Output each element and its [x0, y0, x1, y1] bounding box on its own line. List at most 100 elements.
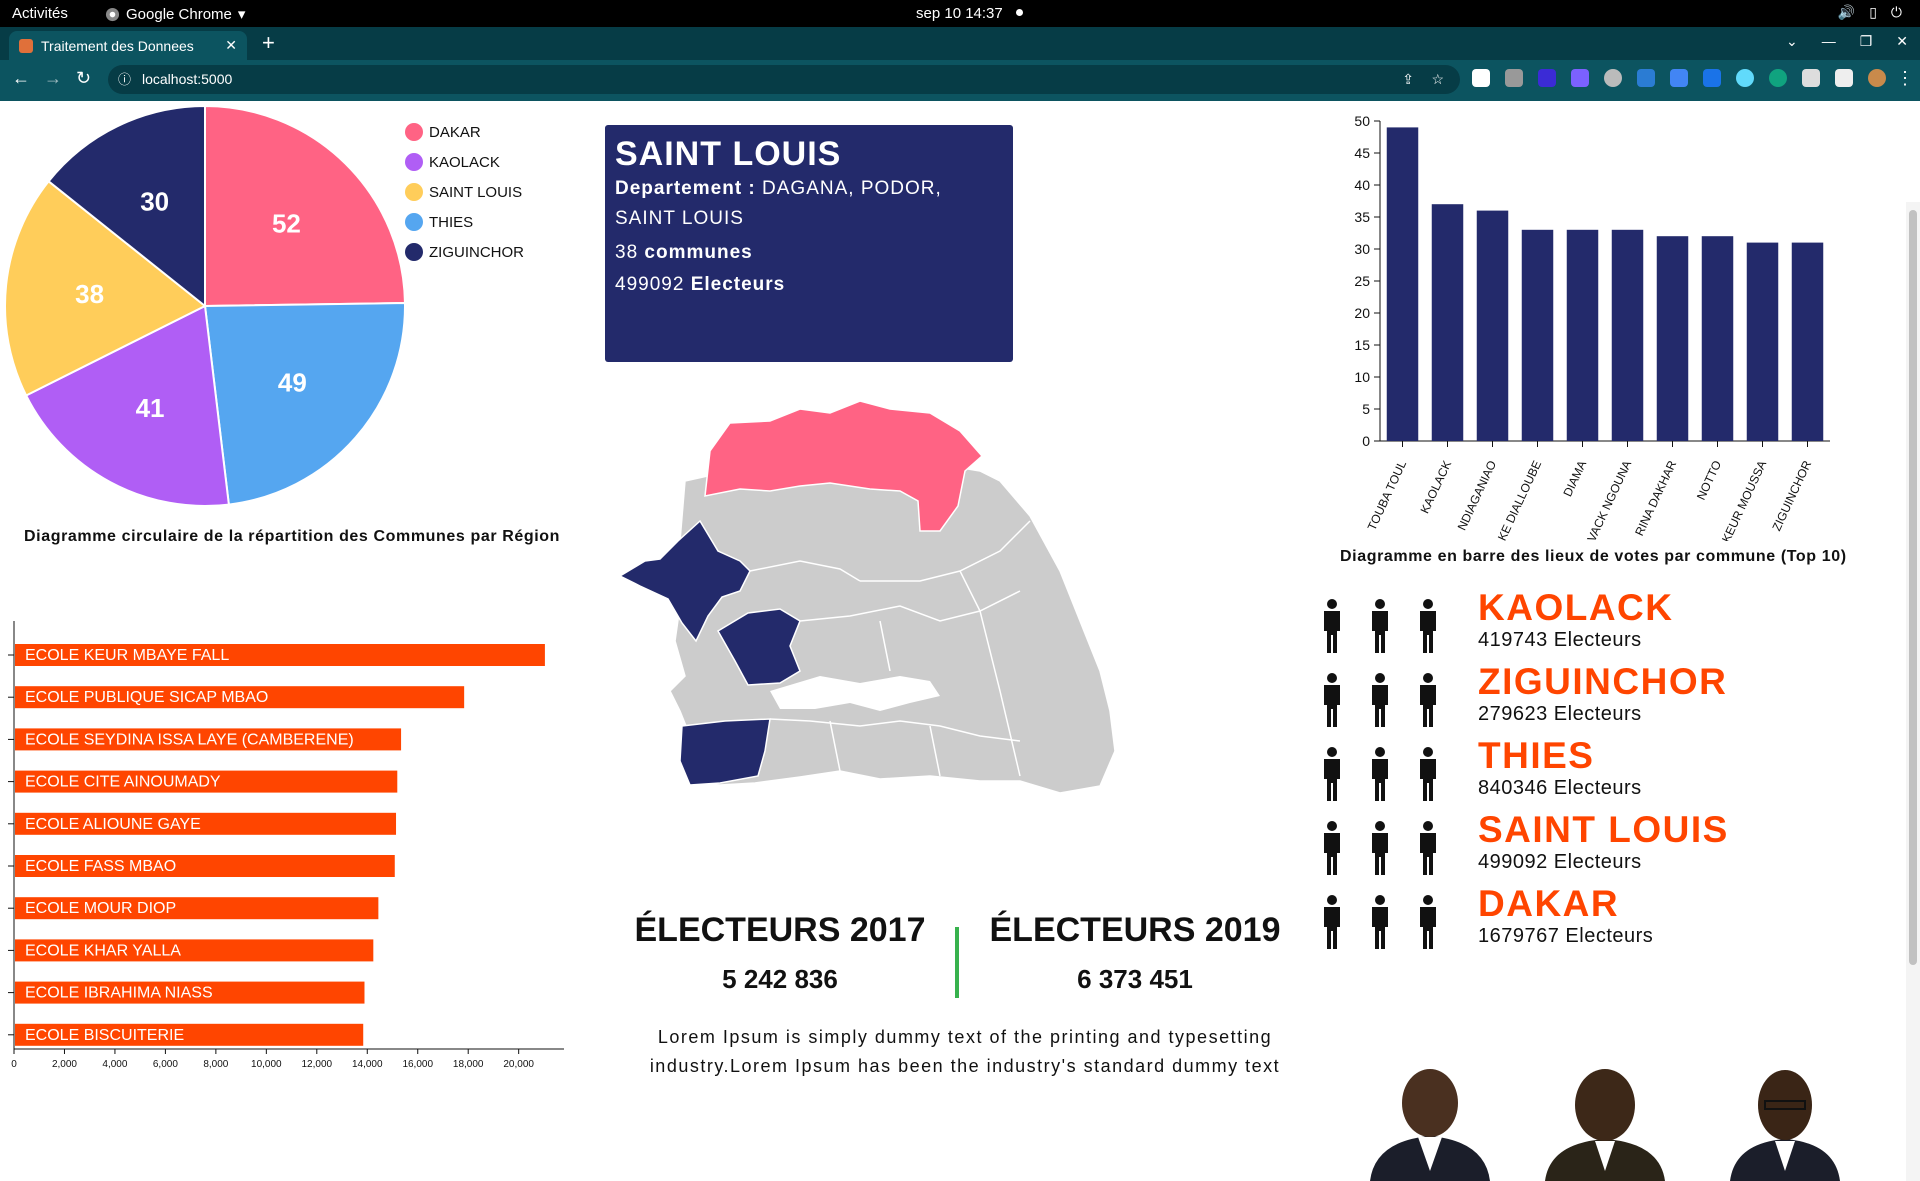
hbar-label: ECOLE SEYDINA ISSA LAYE (CAMBERENE)	[25, 731, 354, 748]
side-panel-icon[interactable]	[1835, 69, 1853, 87]
y-tick-label: 50	[1354, 113, 1370, 129]
vbar[interactable]	[1656, 236, 1689, 441]
person-icon	[1368, 747, 1392, 808]
browser-toolbar: ← → ↻ ⓘ localhost:5000 ⇪ ☆ ⋮	[0, 60, 1920, 99]
legend-item[interactable]: SAINT LOUIS	[405, 183, 522, 201]
person-icon	[1320, 821, 1344, 882]
back-icon[interactable]: ←	[12, 68, 30, 89]
person-icon	[1416, 895, 1440, 956]
vbar[interactable]	[1746, 242, 1779, 441]
system-tray[interactable]: 🔊 ▯ ⏻	[1838, 4, 1902, 21]
puzzle-icon[interactable]	[1802, 69, 1820, 87]
senegal-map	[618, 400, 1116, 794]
vbar[interactable]	[1431, 204, 1464, 441]
person-icon	[1416, 821, 1440, 882]
wordpress-icon[interactable]	[1604, 69, 1622, 87]
close-window-icon[interactable]: ✕	[1896, 33, 1908, 50]
share-icon[interactable]: ⇪	[1402, 65, 1414, 94]
react-icon[interactable]	[1736, 69, 1754, 87]
card-dept-label: Departement :	[615, 178, 756, 199]
page-scrollbar[interactable]	[1906, 202, 1920, 1181]
portrait-2	[1545, 1069, 1665, 1181]
pie-slice-label: 52	[272, 208, 301, 238]
person-icon	[1416, 599, 1440, 660]
portrait-1	[1370, 1069, 1490, 1181]
persons-group	[1320, 747, 1440, 808]
vbar[interactable]	[1386, 127, 1419, 442]
y-tick-label: 10	[1354, 369, 1370, 385]
card-region: SAINT LOUIS	[615, 135, 842, 173]
legend-swatch	[405, 213, 423, 231]
person-icon	[1416, 673, 1440, 734]
person-icon	[1320, 673, 1344, 734]
forward-icon[interactable]: →	[44, 68, 62, 89]
legend-label: THIES	[429, 213, 474, 231]
restore-icon[interactable]: ❐	[1860, 33, 1873, 50]
persons-group	[1320, 599, 1440, 660]
y-tick-label: 35	[1354, 209, 1370, 225]
vbar-category-label: ZIGUINCHOR	[1769, 458, 1814, 533]
region-count: 840346 Electeurs	[1478, 777, 1642, 799]
legend-item[interactable]: THIES	[405, 213, 473, 231]
legend-label: ZIGUINCHOR	[429, 243, 524, 261]
clock[interactable]: sep 10 14:37	[916, 5, 1003, 22]
browser-tab[interactable]: Traitement des Donnees ✕	[9, 31, 247, 60]
x-tick-label: 18,000	[453, 1059, 484, 1070]
vbar[interactable]	[1791, 242, 1824, 441]
activities-button[interactable]: Activités	[12, 5, 68, 22]
card-dept-line1: DAGANA, PODOR,	[762, 178, 942, 199]
hbar-label: ECOLE IBRAHIMA NIASS	[25, 985, 213, 1002]
power-icon: ⏻	[1890, 4, 1902, 20]
region-info-card: SAINT LOUIS Departement : DAGANA, PODOR,…	[605, 125, 1013, 362]
extension-icon[interactable]	[1505, 69, 1523, 87]
docs-icon[interactable]	[1670, 69, 1688, 87]
vbar[interactable]	[1566, 229, 1599, 441]
window-controls: ⌄ — ❐ ✕	[1786, 33, 1908, 50]
kebab-menu-icon[interactable]: ⋮	[1896, 68, 1914, 89]
electeurs-2017: ÉLECTEURS 2017 5 242 836	[615, 911, 945, 995]
avatar[interactable]	[1868, 69, 1886, 87]
tab-search-icon[interactable]: ⌄	[1786, 33, 1798, 50]
y-tick-label: 25	[1354, 273, 1370, 289]
vbar[interactable]	[1611, 229, 1644, 441]
region-count: 499092 Electeurs	[1478, 851, 1642, 873]
persons-group	[1320, 895, 1440, 956]
legend-label: DAKAR	[429, 123, 481, 141]
tab-strip: Traitement des Donnees ✕ + ⌄ — ❐ ✕	[0, 27, 1920, 60]
legend-item[interactable]: KAOLACK	[405, 153, 500, 171]
bookmark-star-icon[interactable]: ☆	[1431, 65, 1444, 94]
legend-item[interactable]: DAKAR	[405, 123, 481, 141]
pie-slice[interactable]	[203, 301, 406, 506]
x-tick-label: 10,000	[251, 1059, 282, 1070]
extension-icon[interactable]	[1637, 69, 1655, 87]
minimize-icon[interactable]: —	[1822, 33, 1836, 50]
vbar-caption: Diagramme en barre des lieux de votes pa…	[1340, 548, 1847, 565]
vbar-category-label: VACK NGOUNA	[1584, 458, 1634, 541]
extension-icon[interactable]	[1538, 69, 1556, 87]
legend-item[interactable]: ZIGUINCHOR	[405, 243, 524, 261]
extension-icon[interactable]	[1769, 69, 1787, 87]
vbar[interactable]	[1476, 210, 1509, 441]
new-tab-icon[interactable]: +	[262, 30, 275, 56]
electeurs-2019-label: ÉLECTEURS 2019	[989, 911, 1281, 949]
address-bar[interactable]: ⓘ localhost:5000 ⇪ ☆	[108, 65, 1460, 94]
scrollbar-thumb[interactable]	[1909, 210, 1917, 965]
vbar[interactable]	[1701, 236, 1734, 441]
vbar-category-label: KEUR MOUSSA	[1719, 458, 1769, 541]
map-region-ziguinchor[interactable]	[679, 718, 771, 786]
site-info-icon[interactable]: ⓘ	[118, 65, 131, 94]
pie-slice[interactable]	[204, 104, 406, 308]
vbar[interactable]	[1521, 229, 1554, 441]
translate-icon[interactable]	[1703, 69, 1721, 87]
y-tick-label: 5	[1362, 401, 1370, 417]
app-menu[interactable]: Google Chrome ▾	[105, 5, 245, 23]
close-tab-icon[interactable]: ✕	[225, 37, 237, 54]
tab-title: Traitement des Donnees	[41, 37, 194, 54]
extension-icon[interactable]	[1571, 69, 1589, 87]
person-icon	[1368, 599, 1392, 660]
hbar-label: ECOLE BISCUITERIE	[25, 1027, 184, 1044]
electeurs-2019-value: 6 373 451	[1077, 964, 1193, 994]
reload-icon[interactable]: ↻	[76, 68, 91, 89]
card-communes-num: 38	[615, 242, 639, 263]
extension-icon[interactable]	[1472, 69, 1490, 87]
